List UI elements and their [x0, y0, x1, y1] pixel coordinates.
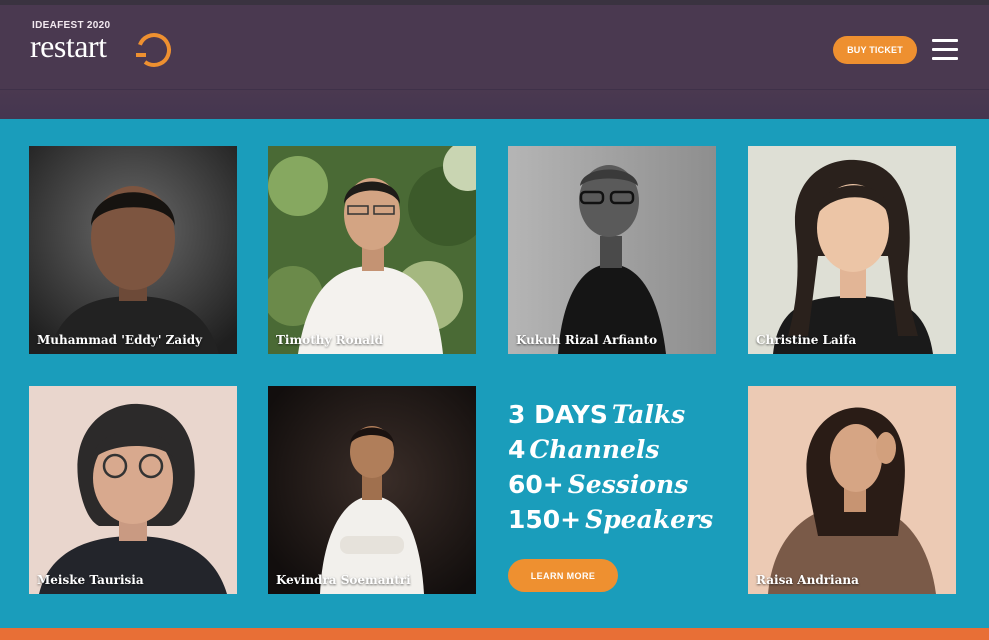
speaker-name: Timothy Ronald: [276, 333, 384, 347]
speaker-photo: [268, 386, 476, 594]
stat-line: 3 DAYS Talks: [508, 397, 738, 432]
speaker-card[interactable]: Raisa Andriana: [748, 386, 956, 594]
speaker-card[interactable]: Kukuh Rizal Arfianto: [508, 146, 716, 354]
stat-line: 60+ Sessions: [508, 467, 738, 502]
speaker-photo: [748, 146, 956, 354]
stat-line: 150+ Speakers: [508, 502, 738, 537]
ideafest-logo[interactable]: IDEAFEST 2020 restart: [30, 20, 180, 75]
speaker-card[interactable]: Christine Laifa: [748, 146, 956, 354]
speaker-name: Meiske Taurisia: [37, 573, 144, 587]
speaker-card[interactable]: Muhammad 'Eddy' Zaidy: [29, 146, 237, 354]
restart-ring-icon: [136, 33, 171, 67]
speaker-card[interactable]: Kevindra Soemantri: [268, 386, 476, 594]
speaker-name: Muhammad 'Eddy' Zaidy: [37, 333, 203, 347]
stat-line: 4 Channels: [508, 432, 738, 467]
stat-number: 4: [508, 435, 526, 464]
stat-word: Channels: [529, 435, 660, 464]
speaker-card[interactable]: Meiske Taurisia: [29, 386, 237, 594]
stat-word: Sessions: [567, 470, 689, 499]
speaker-name: Raisa Andriana: [756, 573, 859, 587]
event-stats: 3 DAYS Talks 4 Channels 60+ Sessions 150+ Sp…: [508, 397, 738, 537]
speaker-name: Christine Laifa: [756, 333, 857, 347]
speaker-card[interactable]: Timothy Ronald: [268, 146, 476, 354]
header-band: [0, 89, 989, 119]
speaker-photo: [29, 146, 237, 354]
stat-number: 150+: [508, 505, 582, 534]
speaker-name: Kukuh Rizal Arfianto: [516, 333, 658, 347]
buy-ticket-button[interactable]: BUY TICKET: [833, 36, 917, 64]
stat-word: Speakers: [585, 505, 714, 534]
speaker-photo: [508, 146, 716, 354]
speaker-photo: [748, 386, 956, 594]
speaker-photo: [29, 386, 237, 594]
site-header: IDEAFEST 2020 restart BUY TICKET: [0, 5, 989, 119]
learn-more-button[interactable]: LEARN MORE: [508, 559, 618, 592]
logo-wordmark: restart: [30, 28, 107, 64]
stat-number: 60+: [508, 470, 564, 499]
stat-word: Talks: [611, 400, 686, 429]
hamburger-menu-icon[interactable]: [932, 39, 958, 61]
speaker-name: Kevindra Soemantri: [276, 573, 411, 587]
stat-number: 3 DAYS: [508, 400, 608, 429]
speaker-photo: [268, 146, 476, 354]
section-divider-bar: [0, 628, 989, 640]
